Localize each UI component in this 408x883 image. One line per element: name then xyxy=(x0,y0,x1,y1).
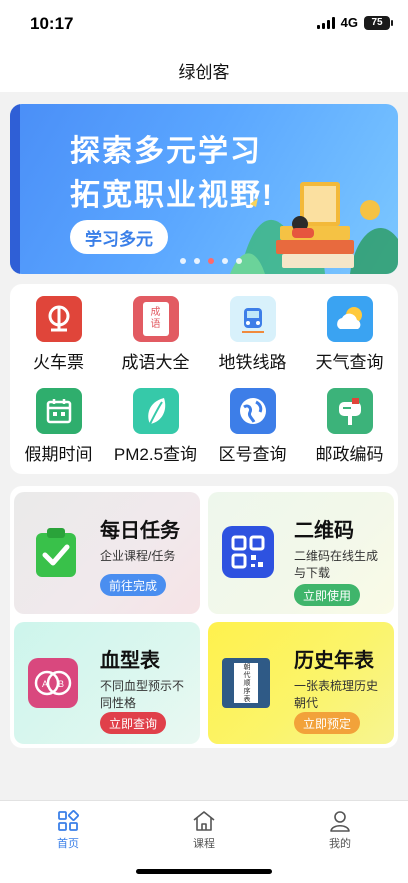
grid-item-label: 地铁线路 xyxy=(218,353,287,372)
idiom-book-icon: 成 语 xyxy=(132,296,179,342)
home-indicator xyxy=(136,869,272,874)
grid-item-label: 区号查询 xyxy=(218,445,287,464)
home-grid-icon xyxy=(58,810,79,831)
tab-label: 课程 xyxy=(193,838,215,850)
mailbox-icon xyxy=(326,388,373,434)
battery-icon: 75 xyxy=(364,15,393,30)
grid-item-idiom[interactable]: 成 语 成语大全 xyxy=(107,284,204,374)
banner-edge xyxy=(10,104,20,274)
feature-desc: 二维码在线生成与下载 xyxy=(294,549,379,580)
feature-title: 二维码 xyxy=(294,520,354,542)
tab-home[interactable]: 首页 xyxy=(28,809,108,851)
idiom-icon-char-1: 成 xyxy=(150,307,161,318)
feature-card-qrcode[interactable]: 二维码 二维码在线生成与下载 立即使用 xyxy=(208,492,394,614)
feature-card-daily-task[interactable]: 每日任务 企业课程/任务 前往完成 xyxy=(14,492,200,614)
banner-dot[interactable] xyxy=(236,258,242,264)
banner-pagination[interactable] xyxy=(180,258,242,264)
feature-desc: 企业课程/任务 xyxy=(100,549,176,563)
network-type: 4G xyxy=(340,15,358,30)
banner-dot-active[interactable] xyxy=(208,258,214,264)
feature-section: 每日任务 企业课程/任务 前往完成 二维码 二维码在线生成与下载 立即使用 A … xyxy=(10,486,398,748)
tab-label: 首页 xyxy=(57,838,79,850)
grid-item-train-ticket[interactable]: 火车票 xyxy=(10,284,107,374)
tab-mine[interactable]: 我的 xyxy=(300,809,380,851)
reading-illustration-icon xyxy=(230,182,398,274)
feature-card-blood-type[interactable]: A B 血型表 不同血型预示不同性格 立即查询 xyxy=(14,622,200,744)
banner-button[interactable]: 学习多元 xyxy=(70,220,168,254)
status-bar: 10:17 4G 75 xyxy=(0,0,408,48)
grid-item-label: 邮政编码 xyxy=(315,445,384,464)
signal-icon xyxy=(316,16,335,29)
history-book-icon: 朝代顺序表 xyxy=(222,658,270,708)
globe-icon xyxy=(229,388,276,434)
feature-title: 每日任务 xyxy=(100,520,180,542)
grid-item-label: PM2.5查询 xyxy=(113,445,198,464)
quick-access-grid: 火车票 成 语 成语大全 地铁线路 天气查询 假期时间 PM2.5查询 区号查询… xyxy=(10,284,398,474)
status-time: 10:17 xyxy=(30,14,74,33)
clipboard-check-icon xyxy=(26,522,86,582)
grid-item-pm25[interactable]: PM2.5查询 xyxy=(107,376,204,466)
feature-title: 历史年表 xyxy=(294,650,374,672)
subway-icon xyxy=(229,296,276,342)
daily-task-button[interactable]: 前往完成 xyxy=(100,574,167,596)
banner-dot[interactable] xyxy=(194,258,200,264)
feature-desc: 不同血型预示不同性格 xyxy=(100,679,185,710)
grid-item-label: 成语大全 xyxy=(121,353,190,372)
train-ticket-icon xyxy=(35,296,82,342)
grid-item-label: 假期时间 xyxy=(24,445,93,464)
page-title: 绿创客 xyxy=(178,62,230,82)
tab-label: 我的 xyxy=(329,838,351,850)
banner-dot[interactable] xyxy=(222,258,228,264)
grid-item-label: 天气查询 xyxy=(315,353,384,372)
nav-header: 绿创客 xyxy=(0,48,408,92)
grid-item-area-code[interactable]: 区号查询 xyxy=(204,376,301,466)
history-icon-text: 朝代顺序表 xyxy=(234,663,258,703)
idiom-icon-char-2: 语 xyxy=(150,319,161,330)
calendar-icon xyxy=(35,388,82,434)
grid-item-holiday[interactable]: 假期时间 xyxy=(10,376,107,466)
qrcode-icon xyxy=(222,526,274,578)
tab-course[interactable]: 课程 xyxy=(164,809,244,851)
promo-banner[interactable]: 探索多元学习 拓宽职业视野! 学习多元 xyxy=(10,104,398,274)
feature-title: 血型表 xyxy=(100,650,160,672)
blood-icon-letter-b: B xyxy=(58,679,64,689)
feature-desc: 一张表梳理历史朝代 xyxy=(294,679,379,710)
history-button[interactable]: 立即预定 xyxy=(294,712,361,734)
status-right: 4G 75 xyxy=(316,15,393,30)
blood-icon-letter-a: A xyxy=(42,679,48,689)
feature-card-history[interactable]: 朝代顺序表 历史年表 一张表梳理历史朝代 立即预定 xyxy=(208,622,394,744)
qrcode-button[interactable]: 立即使用 xyxy=(294,584,361,606)
weather-icon xyxy=(326,296,373,342)
grid-item-weather[interactable]: 天气查询 xyxy=(301,284,398,374)
person-icon xyxy=(330,811,350,832)
house-icon xyxy=(193,811,215,831)
grid-item-label: 火车票 xyxy=(33,353,84,372)
grid-item-postcode[interactable]: 邮政编码 xyxy=(301,376,398,466)
blood-type-icon: A B xyxy=(28,658,78,708)
leaf-icon xyxy=(132,388,179,434)
banner-dot[interactable] xyxy=(180,258,186,264)
blood-type-button[interactable]: 立即查询 xyxy=(100,712,167,734)
grid-item-subway[interactable]: 地铁线路 xyxy=(204,284,301,374)
